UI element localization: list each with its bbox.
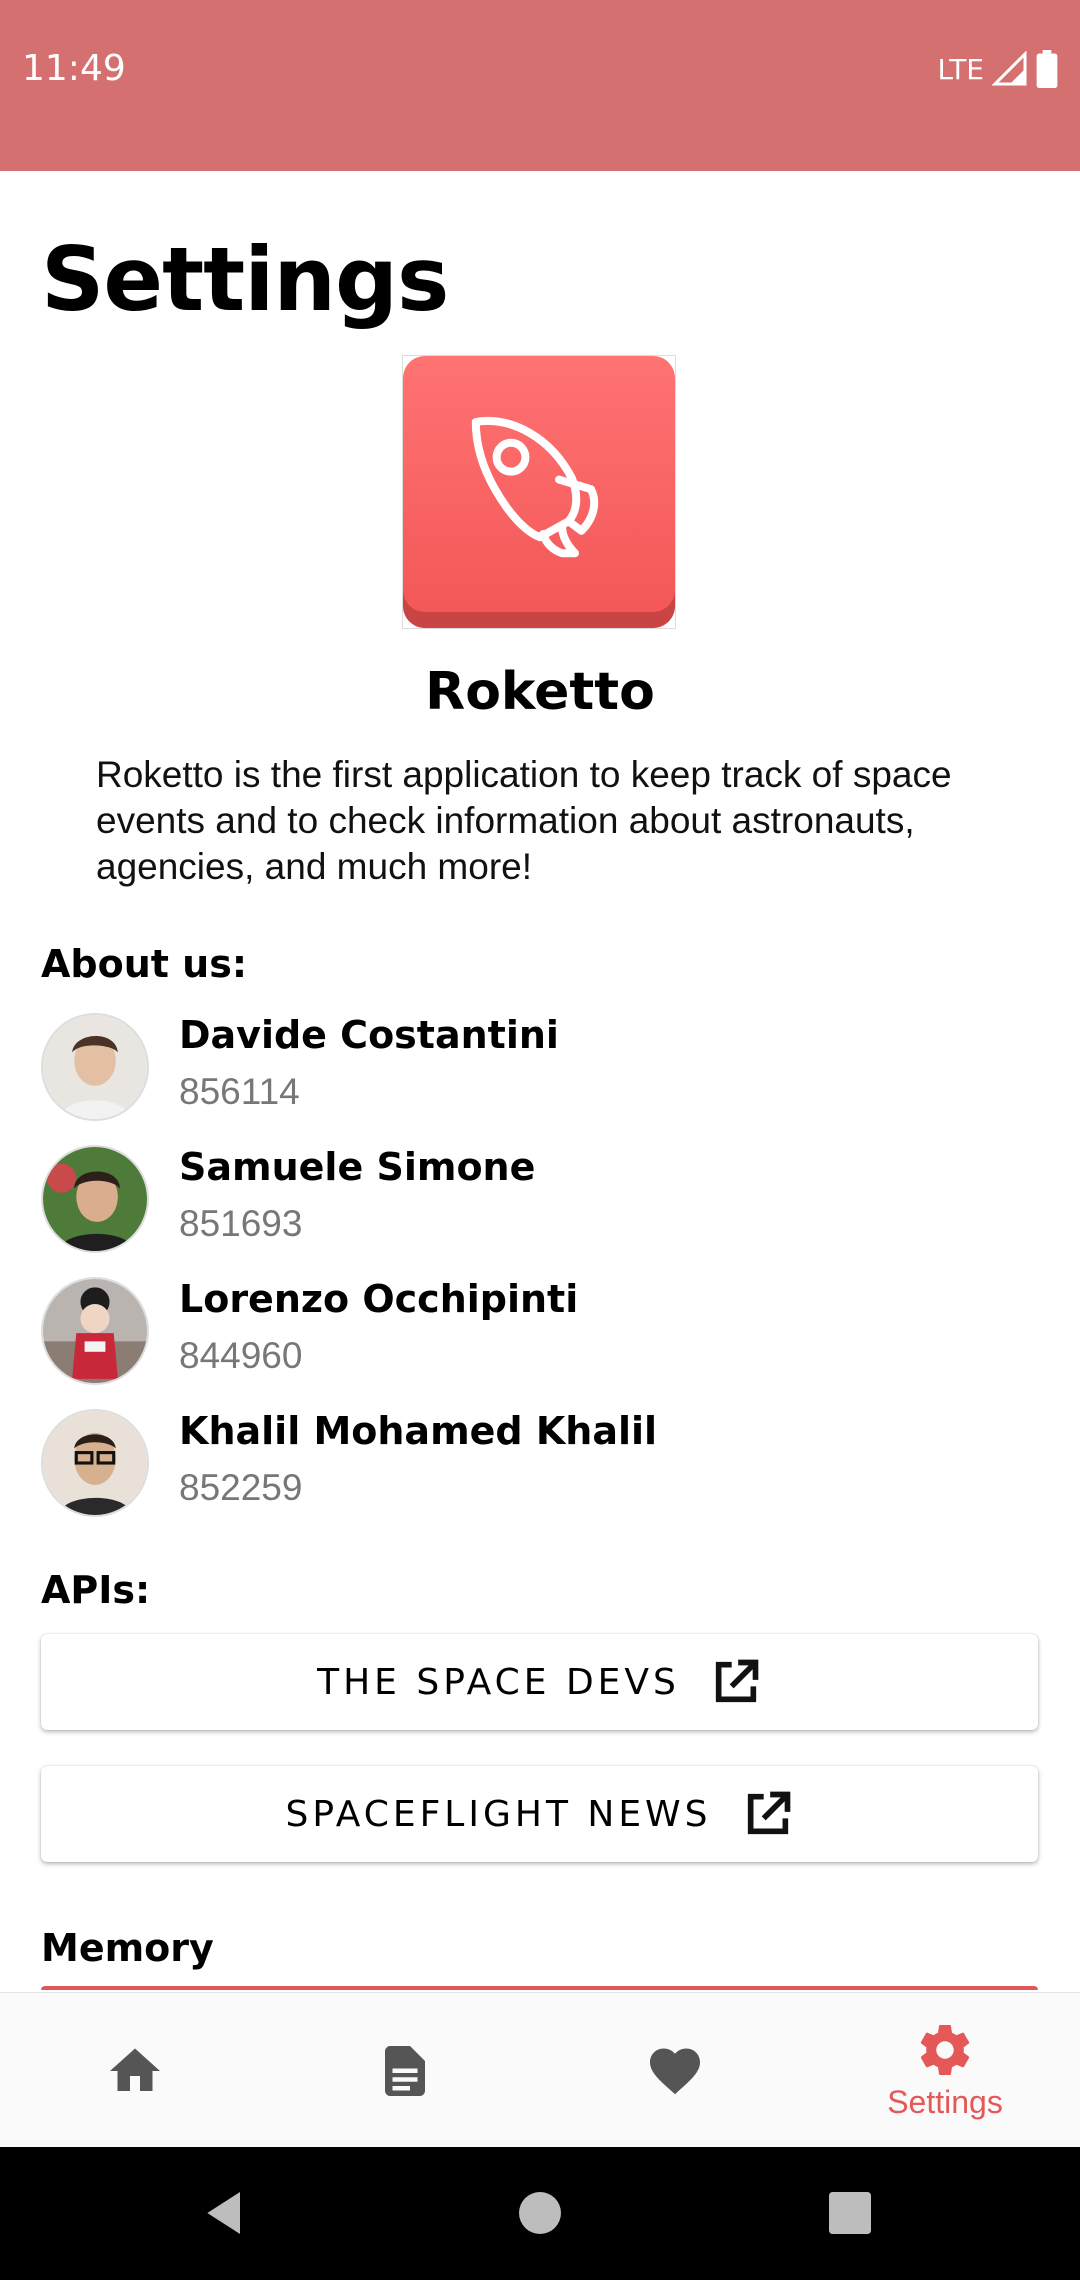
signal-icon: [992, 51, 1027, 86]
member-id: 852259: [179, 1467, 303, 1508]
avatar: [41, 1013, 149, 1121]
external-link-icon: [747, 1791, 790, 1835]
nav-favorites[interactable]: [540, 1993, 810, 2148]
memory-heading: Memory: [41, 1926, 214, 1970]
status-bar: 11:49 LTE: [0, 0, 1080, 171]
app-logo: [402, 355, 676, 629]
member-id: 856114: [179, 1071, 300, 1112]
rocket-icon: [471, 416, 599, 558]
member-name: Davide Costantini: [179, 1013, 559, 1057]
member-name: Lorenzo Occhipinti: [179, 1277, 579, 1321]
gear-icon: [920, 2025, 970, 2075]
bottom-navigation: Settings: [0, 1992, 1080, 2148]
avatar: [41, 1277, 149, 1385]
nav-news[interactable]: [270, 1993, 540, 2148]
member-name: Khalil Mohamed Khalil: [179, 1409, 658, 1453]
nav-settings[interactable]: Settings: [810, 1993, 1080, 2148]
nav-settings-label: Settings: [887, 2084, 1003, 2120]
recents-icon[interactable]: [822, 2185, 878, 2241]
member-name: Samuele Simone: [179, 1145, 536, 1189]
app-name: Roketto: [425, 662, 655, 722]
battery-icon: [1036, 50, 1058, 88]
back-icon[interactable]: [198, 2185, 254, 2241]
avatar: [41, 1409, 149, 1517]
memory-button-edge[interactable]: [41, 1986, 1038, 1990]
status-time: 11:49: [22, 48, 126, 89]
member-item: Lorenzo Occhipinti 844960: [41, 1277, 1041, 1389]
spaceflight-news-button[interactable]: SPACEFLIGHT NEWS: [41, 1766, 1038, 1862]
status-indicators: LTE: [937, 48, 1058, 90]
member-item: Davide Costantini 856114: [41, 1013, 1041, 1125]
heart-icon: [650, 2048, 700, 2094]
article-icon: [385, 2045, 425, 2096]
member-id: 844960: [179, 1335, 303, 1376]
api-button-label: THE SPACE DEVS: [317, 1661, 680, 1703]
apis-heading: APIs:: [41, 1568, 151, 1612]
avatar: [41, 1145, 149, 1253]
the-space-devs-button[interactable]: THE SPACE DEVS: [41, 1634, 1038, 1730]
member-id: 851693: [179, 1203, 303, 1244]
page-title: Settings: [41, 228, 449, 331]
network-type: LTE: [937, 52, 984, 86]
app-description: Roketto is the first application to keep…: [96, 754, 952, 887]
api-button-label: SPACEFLIGHT NEWS: [285, 1793, 712, 1835]
nav-home[interactable]: [0, 1993, 270, 2148]
external-link-icon: [715, 1659, 759, 1703]
home-circle-icon[interactable]: [512, 2185, 568, 2241]
system-navigation-bar: [0, 2147, 1080, 2280]
member-item: Khalil Mohamed Khalil 852259: [41, 1409, 1041, 1521]
home-icon: [110, 2048, 160, 2091]
member-item: Samuele Simone 851693: [41, 1145, 1041, 1257]
about-heading: About us:: [41, 942, 248, 986]
